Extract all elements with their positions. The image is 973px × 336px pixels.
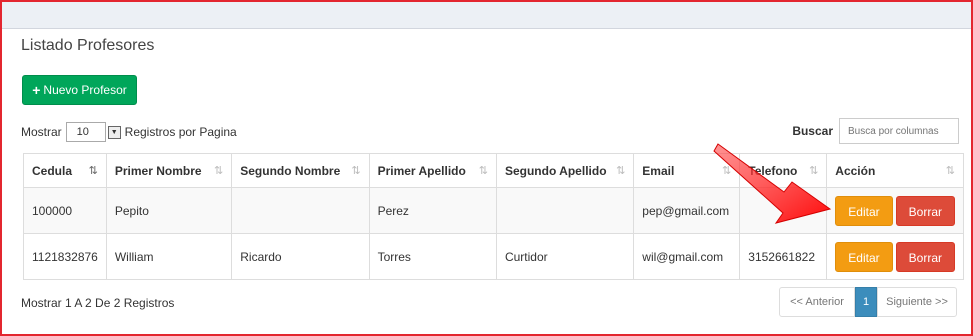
screenshot-frame: Listado Profesores + Nuevo Profesor Most… bbox=[0, 0, 973, 336]
red-arrow-annotation-icon bbox=[713, 143, 832, 224]
